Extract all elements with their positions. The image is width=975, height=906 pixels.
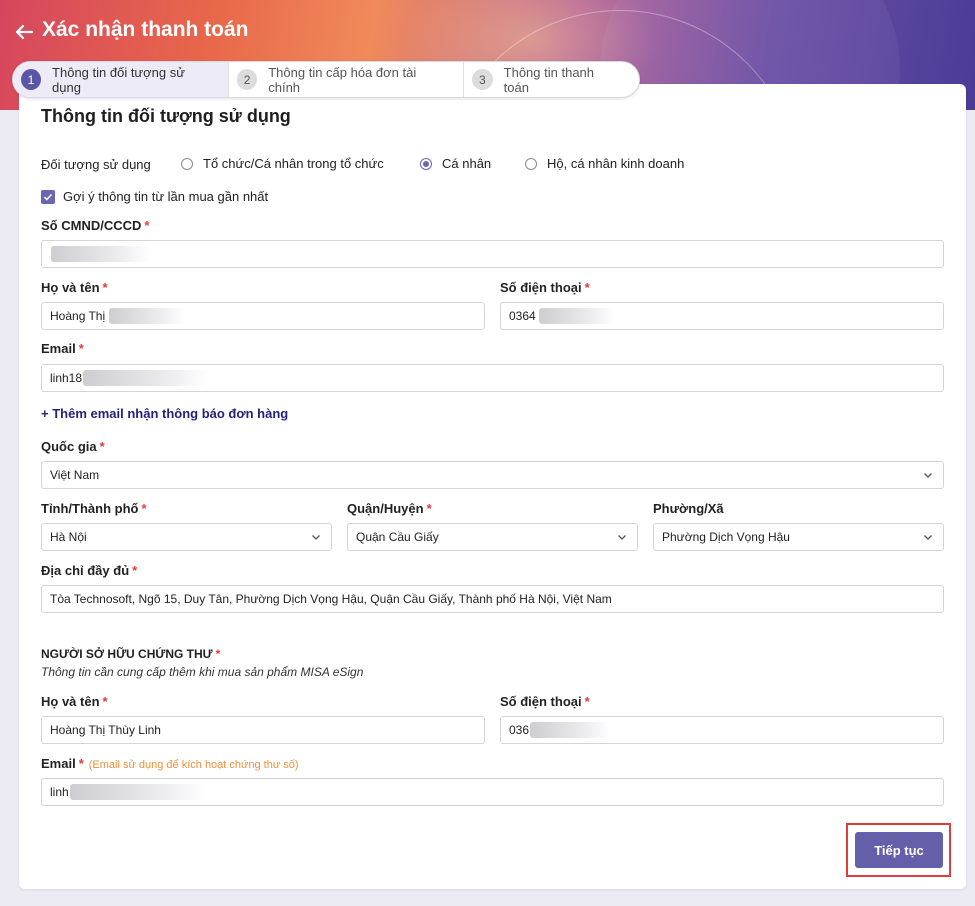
ward-label: Phường/Xã xyxy=(653,501,724,516)
step-label: Thông tin thanh toán xyxy=(503,64,595,95)
id-number-input[interactable] xyxy=(41,240,944,268)
full-name-input[interactable]: Hoàng Thị xyxy=(41,302,485,330)
province-select[interactable]: Hà Nội xyxy=(41,523,332,551)
chevron-down-icon xyxy=(312,535,320,540)
radio-circle xyxy=(525,157,537,170)
address-label: Địa chỉ đầy đủ * xyxy=(41,563,138,578)
phone-input[interactable]: 0364 xyxy=(500,302,944,330)
ward-select[interactable]: Phường Dịch Vọng Hậu xyxy=(653,523,944,551)
step-2[interactable]: 2 Thông tin cấp hóa đơn tài chính xyxy=(229,62,464,97)
owner-name-input[interactable]: Hoàng Thị Thùy Linh xyxy=(41,716,485,744)
radio-organization[interactable]: Tổ chức/Cá nhân trong tổ chức xyxy=(181,156,384,171)
country-label: Quốc gia * xyxy=(41,439,105,454)
redacted-value xyxy=(538,308,614,324)
chevron-down-icon xyxy=(924,473,932,478)
owner-section-subtitle: Thông tin cần cung cấp thêm khi mua sản … xyxy=(41,665,364,679)
owner-name-label: Họ và tên * xyxy=(41,694,108,709)
radio-label: Tổ chức/Cá nhân trong tổ chức xyxy=(203,156,384,171)
province-label: Tỉnh/Thành phố * xyxy=(41,501,147,516)
owner-email-input[interactable]: linh xyxy=(41,778,944,806)
district-label: Quận/Huyện * xyxy=(347,501,432,516)
step-label: Thông tin đối tượng sử dụng xyxy=(52,64,185,95)
owner-email-label: Email * (Email sử dụng để kích hoạt chứng … xyxy=(41,756,299,771)
radio-circle xyxy=(181,157,193,170)
step-3[interactable]: 3 Thông tin thanh toán xyxy=(464,62,639,97)
radio-individual[interactable]: Cá nhân xyxy=(420,156,491,171)
next-button[interactable]: Tiếp tục xyxy=(855,832,943,868)
email-input[interactable]: linh18 xyxy=(41,364,944,392)
step-number: 3 xyxy=(472,69,493,90)
back-arrow-icon[interactable] xyxy=(12,20,36,44)
redacted-value xyxy=(530,722,611,738)
district-select[interactable]: Quận Cầu Giấy xyxy=(347,523,638,551)
id-number-label: Số CMND/CCCD * xyxy=(41,218,150,233)
redacted-value xyxy=(51,246,151,262)
checkbox-checked-icon xyxy=(41,189,55,204)
section-title: Thông tin đối tượng sử dụng xyxy=(41,106,291,126)
chevron-down-icon xyxy=(618,535,626,540)
owner-phone-input[interactable]: 036 xyxy=(500,716,944,744)
full-name-label: Họ và tên * xyxy=(41,280,108,295)
radio-label: Cá nhân xyxy=(442,156,492,171)
redacted-value xyxy=(109,308,185,324)
checkbox-label: Gợi ý thông tin từ lần mua gần nhất xyxy=(63,189,269,204)
step-number: 2 xyxy=(237,69,258,90)
user-type-label: Đối tượng sử dụng xyxy=(41,157,151,172)
redacted-value xyxy=(83,370,209,386)
owner-section-title: NGƯỜI SỞ HỮU CHỨNG THƯ * xyxy=(41,647,221,661)
step-number: 1 xyxy=(21,69,42,90)
page-title: Xác nhận thanh toán xyxy=(42,18,249,41)
suggest-checkbox[interactable]: Gợi ý thông tin từ lần mua gần nhất xyxy=(41,189,268,204)
email-label: Email * xyxy=(41,341,84,356)
step-label: Thông tin cấp hóa đơn tài chính xyxy=(268,64,417,95)
stepper: 1 Thông tin đối tượng sử dụng 2 Thông ti… xyxy=(12,61,640,98)
radio-label: Hộ, cá nhân kinh doanh xyxy=(547,156,685,171)
radio-circle-selected xyxy=(420,157,432,170)
step-1[interactable]: 1 Thông tin đối tượng sử dụng xyxy=(13,62,229,97)
radio-household-business[interactable]: Hộ, cá nhân kinh doanh xyxy=(525,156,684,171)
owner-phone-label: Số điện thoại * xyxy=(500,694,590,709)
phone-label: Số điện thoại * xyxy=(500,280,590,295)
country-select[interactable]: Việt Nam xyxy=(41,461,944,489)
add-email-link[interactable]: + Thêm email nhận thông báo đơn hàng xyxy=(41,406,288,421)
chevron-down-icon xyxy=(924,535,932,540)
redacted-value xyxy=(69,784,205,800)
address-input[interactable]: Tòa Technosoft, Ngõ 15, Duy Tân, Phường … xyxy=(41,585,944,613)
